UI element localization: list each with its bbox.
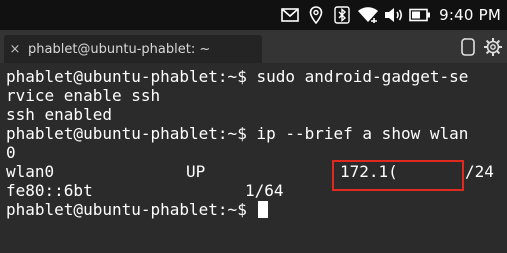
volume-icon[interactable]: [381, 0, 407, 30]
terminal-line: phablet@ubuntu-phablet:~$ sudo android-g…: [6, 67, 469, 86]
location-pin-icon[interactable]: [303, 0, 329, 30]
terminal-output[interactable]: phablet@ubuntu-phablet:~$ sudo android-g…: [0, 63, 507, 253]
ipv4-netmask: /24: [465, 162, 494, 181]
tab-title: phablet@ubuntu-phablet: ~: [28, 41, 211, 57]
terminal-tab-bar: × phablet@ubuntu-phablet: ~: [0, 30, 507, 63]
terminal-prompt-line: phablet@ubuntu-phablet:~$: [6, 200, 269, 219]
wifi-icon[interactable]: [355, 0, 381, 30]
terminal-line: 0: [6, 143, 16, 162]
terminal-line: phablet@ubuntu-phablet:~$ ip --brief a s…: [6, 124, 469, 143]
ip-highlight-box: [332, 160, 464, 191]
terminal-tab[interactable]: × phablet@ubuntu-phablet: ~: [4, 35, 262, 63]
settings-gear-icon[interactable]: [483, 37, 503, 57]
battery-icon[interactable]: [407, 0, 433, 30]
clock[interactable]: 9:40 PM: [439, 6, 501, 24]
bluetooth-icon[interactable]: [329, 0, 355, 30]
envelope-icon[interactable]: [277, 0, 303, 30]
close-tab-icon[interactable]: ×: [4, 42, 26, 57]
ipv6-address-end: 1/64: [245, 181, 284, 200]
status-icons: 9:40 PM: [277, 0, 507, 30]
copy-window-icon[interactable]: [458, 37, 478, 57]
terminal-prompt: phablet@ubuntu-phablet:~$: [6, 200, 257, 219]
terminal-line: rvice enable ssh: [6, 86, 161, 105]
status-bar: 9:40 PM: [0, 0, 507, 30]
ipv6-address-start: fe80::6bt: [6, 181, 93, 200]
text-cursor: [258, 201, 269, 218]
terminal-line: ssh enabled: [6, 105, 112, 124]
interface-state: UP: [186, 162, 206, 181]
interface-name: wlan0: [6, 162, 55, 181]
